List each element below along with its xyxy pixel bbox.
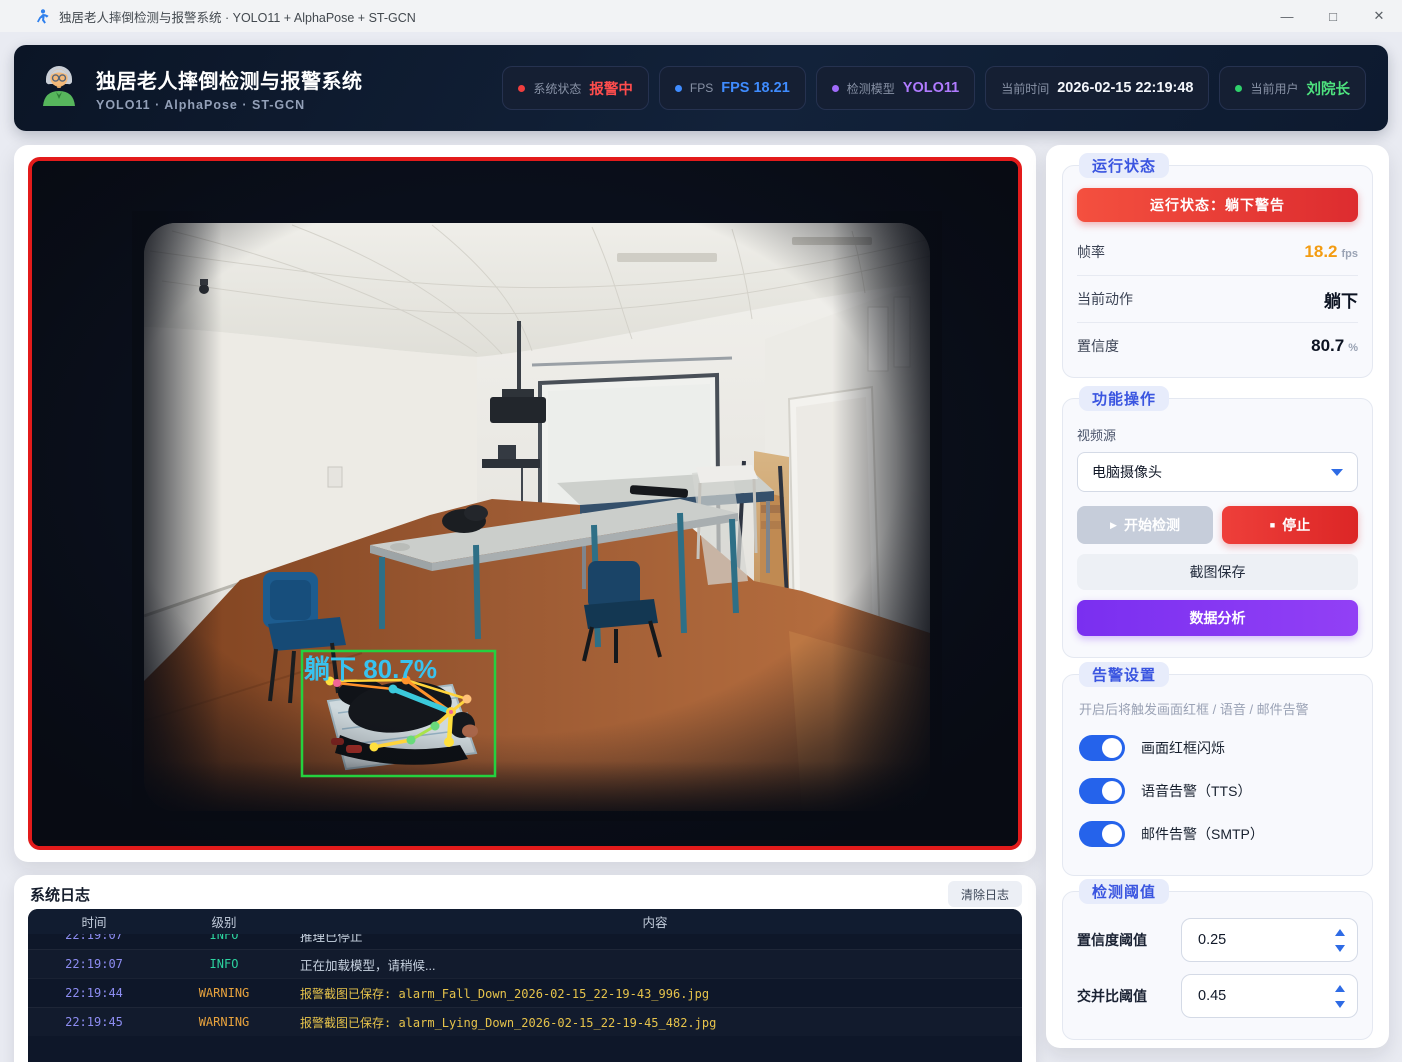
spinner-down-icon[interactable] (1335, 1001, 1345, 1008)
video-source-value: 电脑摄像头 (1092, 462, 1162, 482)
toggle-switch-2[interactable] (1079, 821, 1125, 847)
column-level: 级别 (160, 912, 288, 931)
app-logo-icon (36, 63, 82, 114)
spinner-up-icon[interactable] (1335, 985, 1345, 992)
toggle-label: 画面红框闪烁 (1141, 738, 1225, 758)
alarm-panel-title: 告警设置 (1079, 662, 1169, 687)
threshold-row: 置信度阈值0.25 (1077, 918, 1358, 962)
status-rows: 帧率18.2fps当前动作躺下置信度80.7% (1077, 228, 1358, 369)
actions-panel: 功能操作 视频源 电脑摄像头 ▶ 开始检测 ■ 停止 截图保存 数据分析 (1062, 398, 1373, 658)
play-icon: ▶ (1110, 520, 1117, 531)
spinner-down-icon[interactable] (1335, 945, 1345, 952)
status-row: 帧率18.2fps (1077, 228, 1358, 275)
stop-icon: ■ (1270, 520, 1275, 530)
badge-value: FPS 18.21 (721, 80, 790, 96)
alarm-status-banner: 运行状态：躺下警告 (1077, 188, 1358, 222)
status-row: 当前动作躺下 (1077, 275, 1358, 322)
status-dot-icon (675, 85, 682, 92)
log-row: 22:19:44WARNING报警截图已保存: alarm_Fall_Down_… (28, 978, 1022, 1007)
minimize-icon[interactable]: — (1264, 0, 1310, 32)
log-row: 22:19:45WARNING报警截图已保存: alarm_Lying_Down… (28, 1007, 1022, 1036)
video-source-select[interactable]: 电脑摄像头 (1077, 452, 1358, 492)
status-dot-icon (832, 85, 839, 92)
log-card: 系统日志 清除日志 时间 级别 内容 22:19:07INFO推理已停止22:1… (14, 875, 1036, 1062)
detection-label: 躺下 80.7% (304, 654, 437, 684)
toggle-row: 语音告警（TTS） (1079, 778, 1356, 804)
spinner-up-icon[interactable] (1335, 929, 1345, 936)
badge-label: 当前时间 (1001, 80, 1049, 97)
badge-value: YOLO11 (903, 80, 959, 96)
stop-button[interactable]: ■ 停止 (1222, 506, 1358, 544)
column-content: 内容 (288, 912, 1022, 931)
alarm-settings-panel: 告警设置 开启后将触发画面红框 / 语音 / 邮件告警 画面红框闪烁语音告警（T… (1062, 674, 1373, 876)
threshold-rows: 置信度阈值0.25 交并比阈值0.45 (1077, 918, 1358, 1018)
status-badge: 检测模型 YOLO11 (816, 66, 975, 110)
start-detection-button[interactable]: ▶ 开始检测 (1077, 506, 1213, 544)
screenshot-save-button[interactable]: 截图保存 (1077, 554, 1358, 590)
camera-scene: 躺下 80.7% (32, 161, 1018, 846)
badge-label: 当前用户 (1250, 80, 1298, 97)
status-panel: 运行状态 运行状态：躺下警告 帧率18.2fps当前动作躺下置信度80.7% (1062, 165, 1373, 378)
close-icon[interactable]: ✕ (1356, 0, 1402, 32)
window-title: 独居老人摔倒检测与报警系统 · YOLO11 + AlphaPose + ST-… (59, 7, 416, 26)
status-dot-icon (518, 85, 525, 92)
app-titlebar-icon (36, 9, 49, 24)
toggle-switch-1[interactable] (1079, 778, 1125, 804)
log-title: 系统日志 (30, 884, 90, 905)
header-badges: 系统状态报警中 FPS FPS 18.21 检测模型 YOLO11 当前时间 2026-02… (502, 66, 1366, 110)
status-dot-icon (1235, 85, 1242, 92)
toggle-label: 语音告警（TTS） (1141, 781, 1251, 801)
status-badge: 系统状态报警中 (502, 66, 649, 110)
app-window: 独居老人摔倒检测与报警系统 · YOLO11 + AlphaPose + ST-… (0, 0, 1402, 1062)
badge-value: 2026-02-15 22:19:48 (1057, 80, 1193, 96)
badge-label: FPS (690, 81, 713, 95)
log-rows: 22:19:07INFO推理已停止22:19:07INFO正在加载模型，请稍候.… (28, 920, 1022, 1036)
video-card: 躺下 80.7% (14, 145, 1036, 862)
app-header: 独居老人摔倒检测与报警系统 YOLO11 · AlphaPose · ST-GC… (14, 45, 1388, 131)
chevron-down-icon (1331, 469, 1343, 476)
sidebar: 运行状态 运行状态：躺下警告 帧率18.2fps当前动作躺下置信度80.7% 功… (1046, 145, 1389, 1048)
page-title: 独居老人摔倒检测与报警系统 (96, 65, 363, 94)
threshold-panel: 检测阈值 置信度阈值0.25交并比阈值0.45 (1062, 891, 1373, 1040)
page-subtitle: YOLO11 · AlphaPose · ST-GCN (96, 98, 363, 112)
status-badge: 当前时间 2026-02-15 22:19:48 (985, 66, 1209, 110)
status-badge: 当前用户刘院长 (1219, 66, 1366, 110)
actions-panel-title: 功能操作 (1079, 386, 1169, 411)
threshold-row: 交并比阈值0.45 (1077, 974, 1358, 1018)
log-table-header: 时间 级别 内容 (28, 909, 1022, 934)
log-row: 22:19:07INFO正在加载模型，请稍候... (28, 949, 1022, 978)
column-time: 时间 (28, 912, 160, 931)
data-analysis-button[interactable]: 数据分析 (1077, 600, 1358, 636)
maximize-icon[interactable]: □ (1310, 0, 1356, 32)
badge-value: 刘院长 (1307, 78, 1351, 99)
clear-log-button[interactable]: 清除日志 (948, 881, 1022, 907)
toggle-label: 邮件告警（SMTP） (1141, 824, 1264, 844)
badge-value: 报警中 (589, 78, 633, 99)
badge-label: 系统状态 (533, 80, 581, 97)
threshold-panel-title: 检测阈值 (1079, 879, 1169, 904)
confidence-threshold-input[interactable]: 0.25 (1181, 918, 1358, 962)
status-panel-title: 运行状态 (1079, 153, 1169, 178)
toggle-row: 邮件告警（SMTP） (1079, 821, 1356, 847)
iou-threshold-input[interactable]: 0.45 (1181, 974, 1358, 1018)
video-feed: 躺下 80.7% (28, 157, 1022, 850)
status-row: 置信度80.7% (1077, 322, 1358, 369)
badge-label: 检测模型 (847, 80, 895, 97)
status-badge: FPS FPS 18.21 (659, 66, 806, 110)
video-source-label: 视频源 (1077, 425, 1358, 444)
alarm-toggles: 画面红框闪烁语音告警（TTS） 邮件告警（SMTP） (1079, 735, 1356, 847)
log-table[interactable]: 时间 级别 内容 22:19:07INFO推理已停止22:19:07INFO正在… (28, 909, 1022, 1062)
window-titlebar: 独居老人摔倒检测与报警系统 · YOLO11 + AlphaPose + ST-… (0, 0, 1402, 32)
toggle-switch-0[interactable] (1079, 735, 1125, 761)
toggle-row: 画面红框闪烁 (1079, 735, 1356, 761)
alarm-hint: 开启后将触发画面红框 / 语音 / 邮件告警 (1079, 699, 1356, 718)
